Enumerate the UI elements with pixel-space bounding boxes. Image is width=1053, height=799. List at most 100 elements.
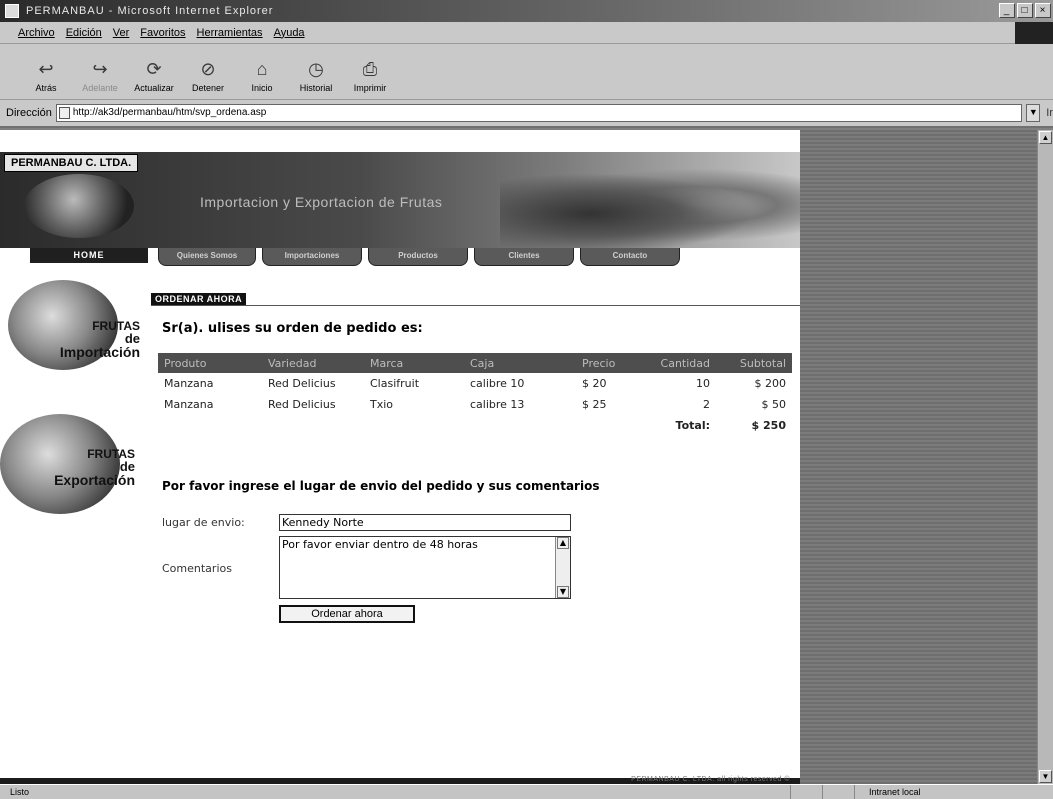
col-cantidad: Cantidad [640, 353, 716, 373]
refresh-label: Actualizar [134, 83, 174, 93]
window-controls: _ □ × [999, 3, 1051, 18]
col-variedad: Variedad [262, 353, 364, 373]
site-tagline: Importacion y Exportacion de Frutas [200, 194, 443, 210]
history-button[interactable]: ◷ Historial [296, 57, 336, 94]
nav-quienes-somos[interactable]: Quienes Somos [158, 248, 256, 266]
comments-textarea[interactable]: Por favor enviar dentro de 48 horas ▲ ▼ [279, 536, 571, 599]
nav-home[interactable]: HOME [30, 248, 148, 263]
section-divider [151, 305, 800, 306]
place-label: lugar de envio: [162, 516, 245, 529]
menu-herramientas[interactable]: Herramientas [197, 27, 263, 39]
menu-bar: Archivo Edición Ver Favoritos Herramient… [0, 22, 1053, 44]
page-viewport: PERMANBAU C. LTDA. Importacion y Exporta… [0, 130, 800, 784]
total-row: Total: $ 250 [158, 415, 792, 436]
site-logo[interactable]: PERMANBAU C. LTDA. [4, 154, 139, 172]
print-button[interactable]: ⎙ Imprimir [350, 57, 390, 94]
history-label: Historial [299, 83, 333, 93]
page-icon [58, 107, 70, 119]
place-input[interactable]: Kennedy Norte [279, 514, 571, 531]
comments-label: Comentarios [162, 562, 232, 575]
home-icon: ⌂ [256, 58, 268, 79]
import-label-importacion: Importación [59, 344, 140, 360]
forward-button[interactable]: ↪ Adelante [80, 57, 120, 94]
window-title-bar: PERMANBAU - Microsoft Internet Explorer … [0, 0, 1053, 22]
total-value: $ 250 [751, 419, 786, 432]
cell-cantidad: 2 [703, 398, 710, 411]
comments-scrollbar[interactable]: ▲ ▼ [555, 537, 570, 598]
cell-precio: $ 20 [582, 377, 607, 390]
intranet-zone-text: Intranet local [869, 787, 921, 797]
stop-label: Detener [191, 83, 225, 93]
fruit-image [500, 162, 800, 248]
import-link[interactable]: FRUTAS de Importación [30, 320, 140, 359]
cell-variedad: Red Delicius [268, 398, 336, 411]
history-icon: ◷ [308, 58, 324, 79]
globe-image [24, 174, 134, 238]
cell-subtotal: $ 200 [754, 377, 787, 390]
order-table-header: Produto Variedad Marca Caja Precio Canti… [158, 353, 792, 373]
home-button[interactable]: ⌂ Inicio [242, 57, 282, 94]
scroll-down-icon[interactable]: ▼ [557, 586, 569, 598]
back-label: Atrás [35, 83, 57, 93]
nav-productos[interactable]: Productos [368, 248, 468, 266]
table-row: Manzana Red Delicius Txio calibre 13 $ 2… [158, 394, 792, 415]
cell-caja: calibre 13 [470, 398, 525, 411]
export-label-frutas: FRUTAS [87, 447, 135, 461]
menu-edicion[interactable]: Edición [66, 27, 102, 39]
nav-importaciones[interactable]: Importaciones [262, 248, 362, 266]
footer-copyright: PERMANBAU C. LTDA. all rights reserved © [631, 776, 790, 783]
cell-precio: $ 25 [582, 398, 607, 411]
menu-ayuda[interactable]: Ayuda [274, 27, 305, 39]
nav-clientes[interactable]: Clientes [474, 248, 574, 266]
submit-order-button[interactable]: Ordenar ahora [279, 605, 415, 623]
refresh-icon: ⟳ [146, 58, 162, 79]
scroll-up-icon[interactable]: ▲ [1039, 131, 1052, 144]
stop-button[interactable]: ⊘ Detener [188, 57, 228, 94]
status-segment [822, 785, 852, 799]
refresh-button[interactable]: ⟳ Actualizar [134, 57, 174, 94]
go-button[interactable]: Ir [1046, 107, 1053, 119]
close-icon[interactable]: × [1035, 3, 1051, 18]
minimize-icon[interactable]: _ [999, 3, 1015, 18]
print-label: Imprimir [353, 83, 387, 93]
order-greeting: Sr(a). ulises su orden de pedido es: [162, 321, 423, 336]
maximize-icon[interactable]: □ [1017, 3, 1033, 18]
address-input[interactable]: http://ak3d/permanbau/htm/svp_ordena.asp [55, 104, 1023, 122]
col-producto: Produto [158, 353, 262, 373]
cell-subtotal: $ 50 [761, 398, 787, 411]
col-precio: Precio [576, 353, 640, 373]
export-link[interactable]: FRUTAS de Exportación [20, 448, 135, 487]
address-label: Dirección [6, 107, 52, 119]
address-url: http://ak3d/permanbau/htm/svp_ordena.asp [72, 107, 267, 118]
table-row: Manzana Red Delicius Clasifruit calibre … [158, 373, 792, 394]
menu-archivo[interactable]: Archivo [18, 27, 55, 39]
nav-contacto[interactable]: Contacto [580, 248, 680, 266]
order-table: Produto Variedad Marca Caja Precio Canti… [158, 353, 792, 436]
cell-marca: Txio [370, 398, 394, 411]
scroll-up-icon[interactable]: ▲ [557, 537, 569, 549]
browser-scrollbar[interactable]: ▲ ▼ [1037, 130, 1053, 784]
security-zone: Intranet local [854, 785, 1053, 799]
window-title: PERMANBAU - Microsoft Internet Explorer [26, 5, 274, 17]
site-banner: PERMANBAU C. LTDA. Importacion y Exporta… [0, 152, 800, 248]
site-nav: HOME Quienes Somos Importaciones Product… [0, 248, 800, 270]
forward-label: Adelante [82, 83, 118, 93]
menu-ver[interactable]: Ver [113, 27, 130, 39]
cell-variedad: Red Delicius [268, 377, 336, 390]
back-button[interactable]: ↩ Atrás [26, 57, 66, 94]
cell-producto: Manzana [164, 398, 214, 411]
menu-favoritos[interactable]: Favoritos [140, 27, 185, 39]
ie-icon [5, 4, 19, 18]
address-dropdown-icon[interactable]: ▼ [1026, 104, 1041, 122]
cell-producto: Manzana [164, 377, 214, 390]
address-bar: Dirección http://ak3d/permanbau/htm/svp_… [0, 100, 1053, 128]
scroll-down-icon[interactable]: ▼ [1039, 770, 1052, 783]
forward-arrow-icon: ↪ [92, 58, 108, 79]
status-text: Listo [10, 787, 30, 797]
export-label-exportacion: Exportación [54, 472, 135, 488]
import-label-frutas: FRUTAS [92, 319, 140, 333]
toolbar: ↩ Atrás ↪ Adelante ⟳ Actualizar ⊘ Detene… [0, 44, 1053, 100]
status-bar: Listo Intranet local [0, 784, 1053, 799]
windows-logo-icon [1015, 22, 1053, 44]
back-arrow-icon: ↩ [38, 58, 54, 79]
